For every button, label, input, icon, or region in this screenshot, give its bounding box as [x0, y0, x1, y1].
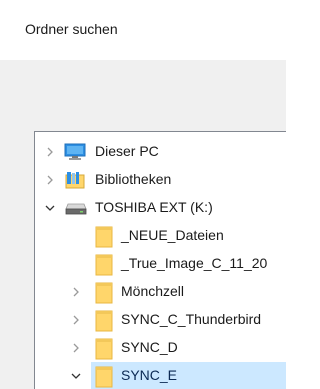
folder-icon: [95, 226, 113, 248]
library-icon: [65, 172, 85, 189]
chevron-right-icon[interactable]: [69, 313, 83, 327]
chevron-down-icon[interactable]: [43, 201, 57, 215]
dialog-title: Ordner suchen: [25, 21, 118, 37]
tree-item-neue-dateien[interactable]: _NEUE_Dateien: [35, 222, 286, 250]
drive-icon: [65, 203, 87, 215]
tree-item-label: SYNC_D: [121, 339, 178, 355]
tree-item-label: _NEUE_Dateien: [121, 227, 224, 243]
tree-item-label: Mönchzell: [121, 283, 185, 299]
title-bar: Ordner suchen: [0, 0, 286, 60]
tree-item-sync-c-thunderbird[interactable]: SYNC_C_Thunderbird: [35, 306, 286, 334]
folder-icon: [95, 282, 113, 304]
chevron-right-icon[interactable]: [43, 173, 57, 187]
chevron-right-icon[interactable]: [69, 285, 83, 299]
folder-icon: [95, 338, 113, 360]
folder-browser-dialog: Ordner suchen Dieser PC Bibliotheken TOS…: [0, 0, 286, 389]
tree-item-sync-d[interactable]: SYNC_D: [35, 334, 286, 362]
tree-item-label: Dieser PC: [95, 143, 159, 159]
tree-item-label: _True_Image_C_11_20: [121, 255, 268, 271]
tree-item-dieser-pc[interactable]: Dieser PC: [35, 138, 286, 166]
computer-icon: [64, 143, 86, 160]
tree-item-label: Bibliotheken: [95, 171, 172, 187]
folder-icon: [95, 310, 113, 332]
folder-icon: [95, 366, 113, 388]
tree-item-true-image[interactable]: _True_Image_C_11_20: [35, 250, 286, 278]
tree-item-sync-e[interactable]: SYNC_E: [91, 362, 286, 389]
chevron-right-icon[interactable]: [69, 341, 83, 355]
tree-item-label: SYNC_C_Thunderbird: [121, 311, 262, 327]
tree-item-label: SYNC_E: [121, 367, 178, 383]
tree-item-label: TOSHIBA EXT (K:): [95, 199, 213, 215]
tree-item-toshiba-ext[interactable]: TOSHIBA EXT (K:): [35, 194, 286, 222]
chevron-down-icon[interactable]: [69, 369, 83, 383]
tree-item-bibliotheken[interactable]: Bibliotheken: [35, 166, 286, 194]
folder-tree[interactable]: Dieser PC Bibliotheken TOSHIBA EXT (K:) …: [34, 131, 286, 389]
folder-icon: [95, 254, 113, 276]
chevron-right-icon[interactable]: [43, 145, 57, 159]
tree-item-moenchzell[interactable]: Mönchzell: [35, 278, 286, 306]
